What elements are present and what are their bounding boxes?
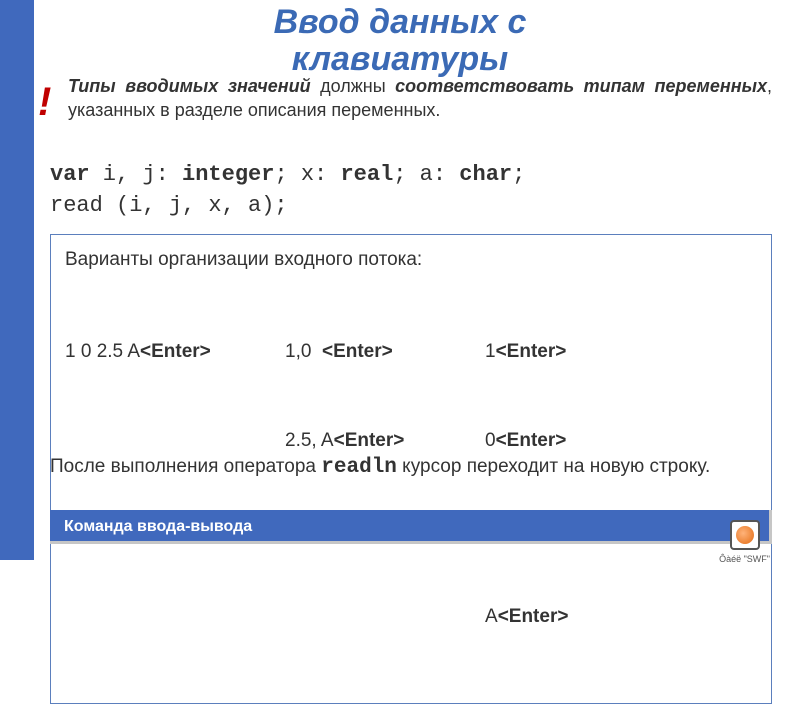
code-text: ; [512, 162, 525, 187]
code-text: ; a: [393, 162, 459, 187]
variant-col-2: 1,0 <Enter> 2.5, A<Enter> [285, 278, 485, 690]
enter-key: <Enter> [496, 430, 567, 451]
enter-key: <Enter> [322, 341, 393, 362]
code-line-1: var i, j: integer; x: real; a: char; [50, 160, 772, 191]
note-part3: соответствовать типам переменных [395, 76, 767, 96]
slide-title: Ввод данных с клавиатуры [0, 0, 800, 79]
code-text: ; x: [274, 162, 340, 187]
swf-file-icon[interactable] [730, 520, 760, 550]
v3-r4: A [485, 606, 498, 627]
enter-key: <Enter> [496, 341, 567, 362]
readln-keyword: readln [321, 456, 397, 479]
kw-var: var [50, 162, 90, 187]
footer-bar: Команда ввода-вывода [50, 510, 772, 544]
code-text: i, j: [90, 162, 182, 187]
after-note: После выполнения оператора readln курсор… [50, 452, 772, 484]
code-line-2: read (i, j, x, a); [50, 191, 772, 222]
v2-r2: 2.5, A [285, 430, 334, 451]
left-sidebar [0, 0, 34, 560]
variant-col-3: 1<Enter> 0<Enter> 2.5<Enter> A<Enter> [485, 278, 625, 690]
v3-r2: 0 [485, 430, 496, 451]
enter-key: <Enter> [334, 430, 405, 451]
note-part1: Типы вводимых значений [68, 76, 311, 96]
kw-real: real [340, 162, 393, 187]
note-part2: должны [311, 76, 396, 96]
code-block: var i, j: integer; x: real; a: char; rea… [50, 160, 772, 222]
v1-text: 1 0 2.5 A [65, 341, 140, 362]
kw-integer: integer [182, 162, 274, 187]
v3-r1: 1 [485, 341, 496, 362]
enter-key: <Enter> [498, 606, 569, 627]
kw-char: char [459, 162, 512, 187]
exclamation-icon: ! [38, 80, 51, 125]
enter-key: <Enter> [140, 341, 211, 362]
swf-file-label: Ôàéë "SWF" [719, 554, 770, 564]
box-title: Варианты организации входного потока: [65, 245, 757, 274]
variant-col-1: 1 0 2.5 A<Enter> [65, 278, 285, 690]
after-rest: курсор переходит на новую строку. [397, 456, 710, 477]
note-text: Типы вводимых значений должны соответств… [68, 74, 772, 123]
v2-r1: 1,0 [285, 341, 322, 362]
after-before: После выполнения оператора [50, 456, 321, 477]
